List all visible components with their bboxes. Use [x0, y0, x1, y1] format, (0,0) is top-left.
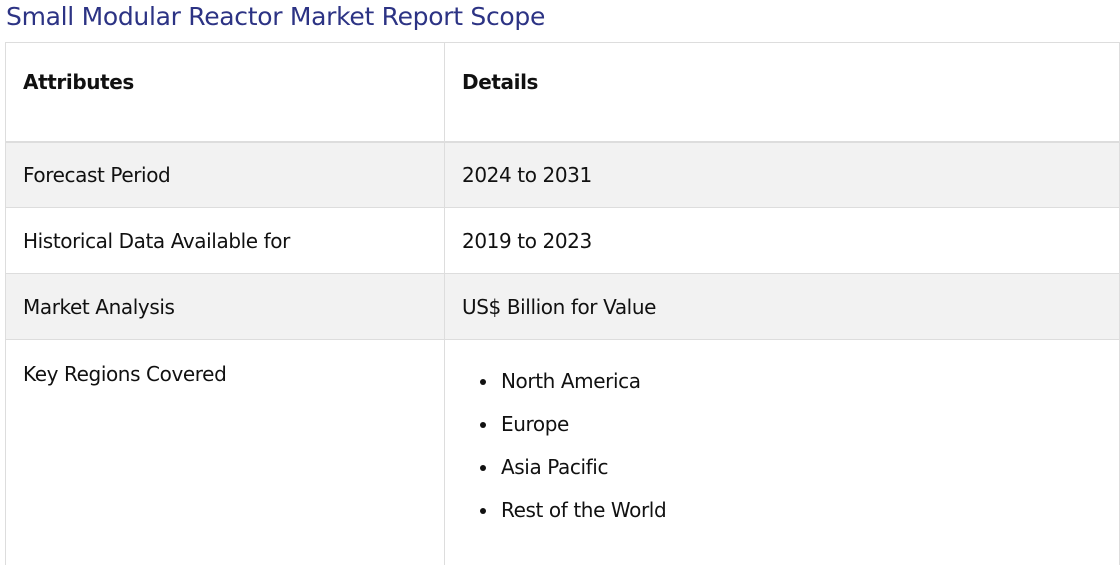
- report-scope-table: Attributes Details Forecast Period 2024 …: [5, 42, 1120, 565]
- report-page: Small Modular Reactor Market Report Scop…: [0, 0, 1120, 565]
- row-attribute: Forecast Period: [5, 141, 445, 208]
- row-detail: 2024 to 2031: [444, 141, 1120, 208]
- table-row: Historical Data Available for 2019 to 20…: [5, 207, 1120, 274]
- row-attribute: Market Analysis: [5, 273, 445, 340]
- page-title: Small Modular Reactor Market Report Scop…: [6, 2, 546, 31]
- table-row-regions: Key Regions Covered North America Europe…: [5, 339, 1120, 565]
- row-attribute: Key Regions Covered: [5, 339, 445, 565]
- list-item: Asia Pacific: [499, 446, 1119, 489]
- list-item: North America: [499, 360, 1119, 403]
- row-attribute: Historical Data Available for: [5, 207, 445, 274]
- list-item: Rest of the World: [499, 489, 1119, 532]
- region-list: North America Europe Asia Pacific Rest o…: [499, 360, 1119, 532]
- table-row: Forecast Period 2024 to 2031: [5, 141, 1120, 208]
- header-details: Details: [444, 42, 1120, 143]
- row-detail: US$ Billion for Value: [444, 273, 1120, 340]
- list-item: Europe: [499, 403, 1119, 446]
- row-detail-regions: North America Europe Asia Pacific Rest o…: [444, 339, 1120, 565]
- row-detail: 2019 to 2023: [444, 207, 1120, 274]
- table-row: Market Analysis US$ Billion for Value: [5, 273, 1120, 340]
- table-header-row: Attributes Details: [5, 42, 1120, 143]
- header-attributes: Attributes: [5, 42, 445, 143]
